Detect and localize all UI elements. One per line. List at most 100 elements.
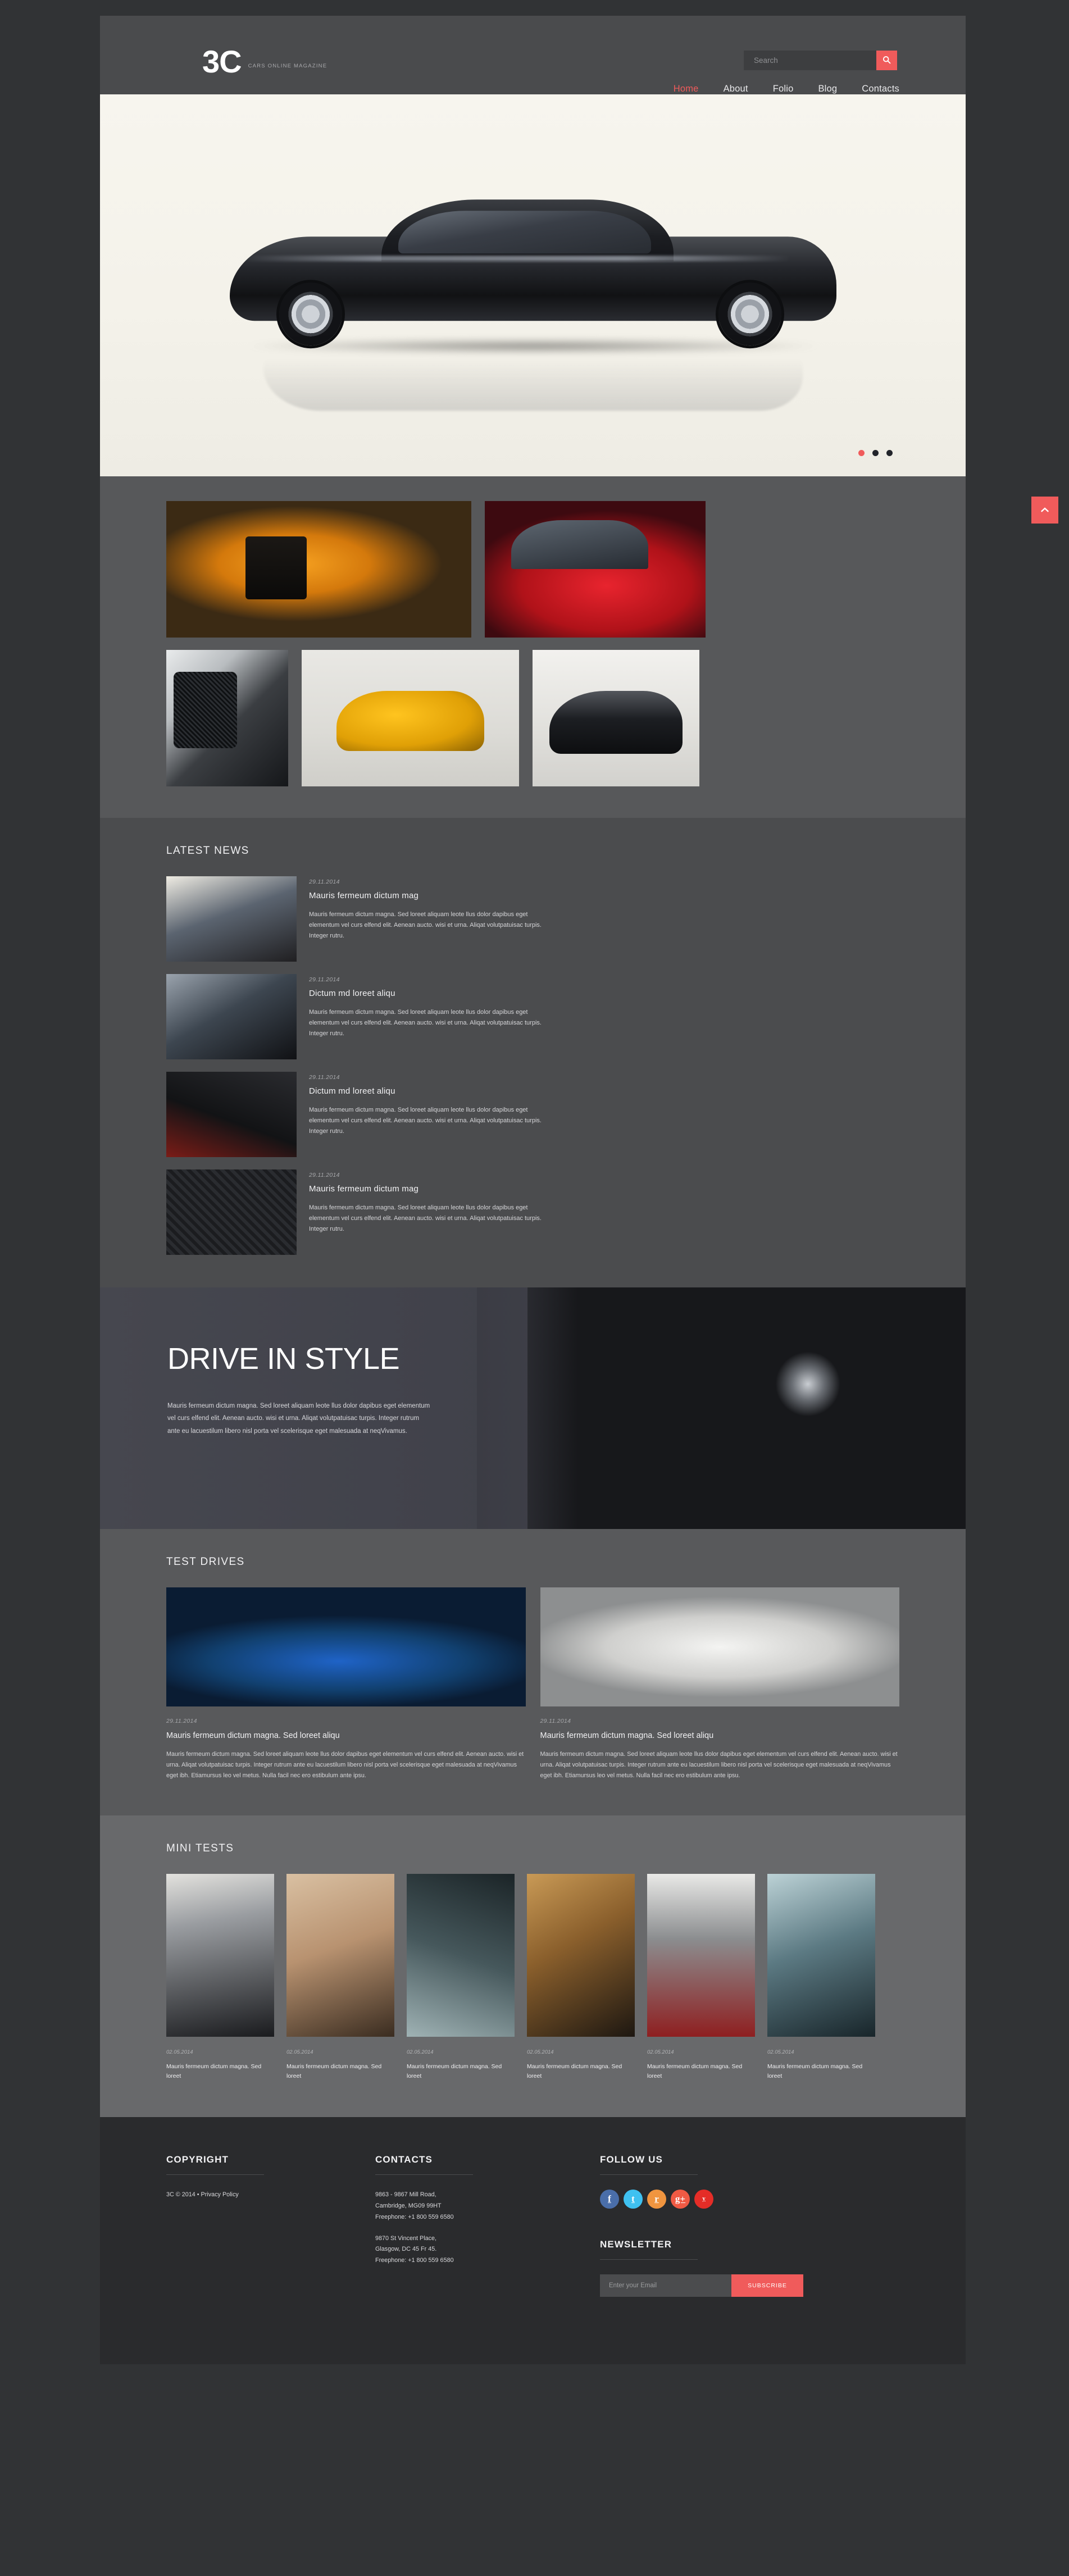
news-title[interactable]: Dictum md loreet aliqu (309, 1086, 556, 1096)
newsletter-subscribe-button[interactable]: SUBSCRIBE (731, 2274, 803, 2297)
mini-test-item[interactable]: 02.05.2014 Mauris fermeum dictum magna. … (286, 1873, 394, 2081)
footer-heading-newsletter: NEWSLETTER (600, 2239, 698, 2260)
gallery-tile-orange-supercar-rear[interactable] (166, 501, 471, 638)
facebook-icon[interactable]: f (600, 2189, 619, 2209)
slider-dot-1[interactable] (858, 450, 865, 456)
test-drive-date: 29.11.2014 (166, 1718, 197, 1724)
mini-test-text[interactable]: Mauris fermeum dictum magna. Sed loreet (767, 2062, 875, 2081)
news-thumbnail[interactable] (166, 876, 297, 962)
mini-test-date: 02.05.2014 (286, 2049, 313, 2055)
news-item[interactable]: 29.11.2014 Dictum md loreet aliqu Mauris… (166, 1072, 574, 1157)
mini-tests-list: 02.05.2014 Mauris fermeum dictum magna. … (166, 1873, 899, 2081)
rss-icon[interactable]: r (647, 2189, 666, 2209)
gallery-tile-grille-closeup[interactable] (166, 650, 288, 786)
mini-test-item[interactable]: 02.05.2014 Mauris fermeum dictum magna. … (527, 1873, 635, 2081)
mini-test-text[interactable]: Mauris fermeum dictum magna. Sed loreet (647, 2062, 755, 2081)
mini-test-image[interactable] (647, 1873, 755, 2037)
mini-test-text[interactable]: Mauris fermeum dictum magna. Sed loreet (166, 2062, 274, 2081)
promo-text: Mauris fermeum dictum magna. Sed loreet … (167, 1403, 430, 1435)
news-date: 29.11.2014 (309, 879, 340, 885)
hero-car-image (196, 188, 870, 411)
mini-test-text[interactable]: Mauris fermeum dictum magna. Sed loreet (527, 2062, 635, 2081)
nav-item-blog[interactable]: Blog (818, 84, 837, 94)
mini-test-image[interactable] (286, 1873, 394, 2037)
mini-test-item[interactable]: 02.05.2014 Mauris fermeum dictum magna. … (407, 1873, 515, 2081)
mini-test-text[interactable]: Mauris fermeum dictum magna. Sed loreet (407, 2062, 515, 2081)
nav-item-about[interactable]: About (724, 84, 748, 94)
newsletter-form: SUBSCRIBE (600, 2274, 836, 2297)
news-text: Mauris fermeum dictum magna. Sed loreet … (309, 1107, 542, 1135)
mini-test-text[interactable]: Mauris fermeum dictum magna. Sed loreet (286, 2062, 394, 2081)
nav-item-home[interactable]: Home (674, 84, 699, 94)
slider-dot-2[interactable] (872, 450, 879, 456)
gallery-tile-black-sedan-front[interactable] (533, 650, 699, 786)
section-title-mini-tests: MINI TESTS (166, 1842, 234, 1854)
news-item[interactable]: 29.11.2014 Mauris fermeum dictum mag Mau… (166, 876, 574, 962)
mini-test-image[interactable] (527, 1873, 635, 2037)
news-item[interactable]: 29.11.2014 Mauris fermeum dictum mag Mau… (166, 1169, 574, 1255)
mini-test-item[interactable]: 02.05.2014 Mauris fermeum dictum magna. … (767, 1873, 875, 2081)
news-thumbnail[interactable] (166, 974, 297, 1059)
footer-column-follow-newsletter: FOLLOW US f t r g+ y NEWSLETTER SUBSCRIB… (600, 2154, 858, 2297)
news-date: 29.11.2014 (309, 1074, 340, 1081)
test-drives-section: TEST DRIVES 29.11.2014 Mauris fermeum di… (100, 1529, 966, 1815)
site-logo[interactable]: 3C CARS ONLINE MAGAZINE (202, 46, 327, 77)
search-button[interactable] (876, 51, 897, 70)
copyright-text[interactable]: 3C © 2014 • Privacy Policy (166, 2190, 353, 2201)
news-thumbnail[interactable] (166, 1072, 297, 1157)
test-drive-item[interactable]: 29.11.2014 Mauris fermeum dictum magna. … (166, 1587, 526, 1782)
slider-pagination (858, 450, 893, 456)
logo-tagline: CARS ONLINE MAGAZINE (248, 62, 327, 69)
news-title[interactable]: Mauris fermeum dictum mag (309, 891, 556, 900)
contact-address-1: 9863 - 9867 Mill Road, Cambridge, MG09 9… (375, 2191, 454, 2220)
mini-test-date: 02.05.2014 (527, 2049, 554, 2055)
scroll-to-top-button[interactable] (1031, 497, 1058, 524)
test-drive-image[interactable] (540, 1587, 899, 1706)
news-item[interactable]: 29.11.2014 Dictum md loreet aliqu Mauris… (166, 974, 574, 1059)
section-title-test-drives: TEST DRIVES (166, 1556, 245, 1568)
slider-dot-3[interactable] (886, 450, 893, 456)
twitter-icon[interactable]: t (624, 2189, 643, 2209)
mini-test-item[interactable]: 02.05.2014 Mauris fermeum dictum magna. … (647, 1873, 755, 2081)
gallery-row-2 (166, 650, 899, 786)
mini-test-date: 02.05.2014 (407, 2049, 434, 2055)
search-form (744, 51, 897, 70)
footer-heading-follow-us: FOLLOW US (600, 2154, 698, 2175)
news-title[interactable]: Mauris fermeum dictum mag (309, 1184, 556, 1194)
footer-heading-contacts: CONTACTS (375, 2154, 473, 2175)
search-input[interactable] (744, 51, 876, 70)
youtube-icon[interactable]: y (694, 2189, 713, 2209)
news-title[interactable]: Dictum md loreet aliqu (309, 989, 556, 998)
mini-test-date: 02.05.2014 (166, 2049, 193, 2055)
newsletter-email-input[interactable] (600, 2274, 731, 2297)
contact-address-2: 9870 St Vincent Place, Glasgow, DC 45 Fr… (375, 2234, 454, 2264)
test-drive-title[interactable]: Mauris fermeum dictum magna. Sed loreet … (540, 1731, 900, 1740)
mini-test-item[interactable]: 02.05.2014 Mauris fermeum dictum magna. … (166, 1873, 274, 2081)
hero-slider[interactable] (100, 94, 966, 476)
mini-test-image[interactable] (166, 1873, 274, 2037)
gallery-tile-yellow-hatchback[interactable] (302, 650, 519, 786)
footer-column-copyright: COPYRIGHT 3C © 2014 • Privacy Policy (166, 2154, 375, 2297)
test-drive-text: Mauris fermeum dictum magna. Sed loreet … (540, 1751, 898, 1779)
site-wrapper: 3C CARS ONLINE MAGAZINE Home About Folio… (100, 16, 966, 2364)
nav-item-contacts[interactable]: Contacts (862, 84, 899, 94)
google-plus-icon[interactable]: g+ (671, 2189, 690, 2209)
news-thumbnail[interactable] (166, 1169, 297, 1255)
test-drive-item[interactable]: 29.11.2014 Mauris fermeum dictum magna. … (540, 1587, 900, 1782)
gallery-tile-red-coupe-side[interactable] (485, 501, 706, 638)
footer-column-contacts: CONTACTS 9863 - 9867 Mill Road, Cambridg… (375, 2154, 600, 2297)
mini-test-image[interactable] (407, 1873, 515, 2037)
search-icon (883, 56, 891, 66)
mini-test-date: 02.05.2014 (767, 2049, 794, 2055)
site-header: 3C CARS ONLINE MAGAZINE Home About Folio… (100, 16, 966, 94)
test-drive-image[interactable] (166, 1587, 526, 1706)
nav-item-folio[interactable]: Folio (773, 84, 794, 94)
promo-banner: DRIVE IN STYLE Mauris fermeum dictum mag… (100, 1287, 966, 1529)
test-drive-title[interactable]: Mauris fermeum dictum magna. Sed loreet … (166, 1731, 526, 1740)
mini-test-date: 02.05.2014 (647, 2049, 674, 2055)
mini-test-image[interactable] (767, 1873, 875, 2037)
promo-title: DRIVE IN STYLE (167, 1342, 400, 1376)
test-drive-text: Mauris fermeum dictum magna. Sed loreet … (166, 1751, 524, 1779)
chevron-up-icon (1040, 505, 1049, 515)
site-footer: COPYRIGHT 3C © 2014 • Privacy Policy CON… (100, 2117, 966, 2364)
